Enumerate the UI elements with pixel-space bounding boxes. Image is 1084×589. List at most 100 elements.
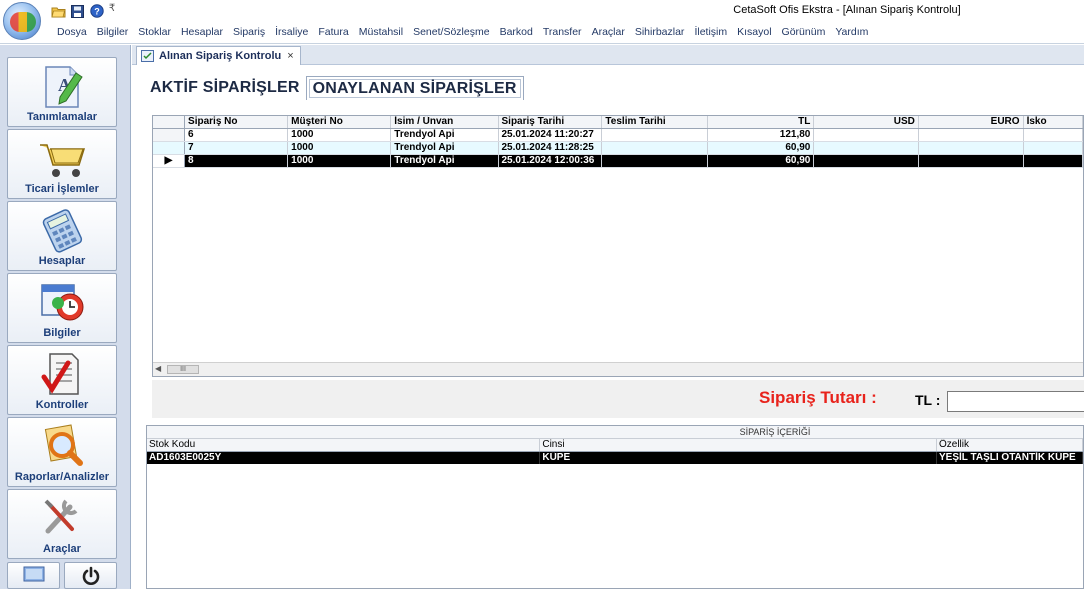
column-header-cinsi[interactable]: Cinsi (539, 439, 937, 452)
order-control-icon (141, 50, 154, 62)
cell-teslim-tarihi (601, 154, 708, 168)
cell-siparis-no: 7 (184, 141, 289, 155)
menu-gorunum[interactable]: Görünüm (777, 26, 831, 38)
tl-label: TL : (915, 392, 941, 408)
table-row-selected[interactable]: ▶ 8 1000 Trendyol Api 25.01.2024 12:00:3… (153, 154, 1083, 168)
row-indicator[interactable] (153, 128, 186, 142)
contents-header-row: Stok Kodu Cinsi Özellik (147, 439, 1083, 452)
order-total-label: Sipariş Tutarı : (759, 388, 877, 407)
tab-aktif-siparisler[interactable]: AKTİF SİPARİŞLER (144, 76, 306, 100)
cell-musteri-no: 1000 (287, 141, 392, 155)
menu-iletisim[interactable]: İletişim (689, 26, 732, 38)
sidebar-item-label: Ticari İşlemler (25, 183, 99, 195)
cell-siparis-tarihi: 25.01.2024 11:28:25 (498, 141, 603, 155)
document-tab-strip: Alınan Sipariş Kontrolu × (132, 45, 1084, 65)
orders-grid: Sipariş No Müşteri No İsim / Ünvan Sipar… (152, 115, 1084, 377)
tools-icon (36, 495, 88, 541)
cell-isko (1023, 128, 1083, 142)
exit-button[interactable] (64, 562, 117, 589)
sidebar-item-label: Kontroller (35, 399, 89, 411)
menu-transfer[interactable]: Transfer (538, 26, 587, 38)
desktop-button[interactable] (7, 562, 60, 589)
scroll-thumb[interactable]: III (167, 365, 199, 374)
application-menu-orb-icon[interactable] (3, 2, 41, 40)
menu-fatura[interactable]: Fatura (313, 26, 353, 38)
menu-araclar[interactable]: Araçlar (587, 26, 630, 38)
column-header-stok-kodu[interactable]: Stok Kodu (147, 439, 541, 452)
sidebar-item-ticari-islemler[interactable]: Ticari İşlemler (7, 129, 117, 199)
order-contents-table: Stok Kodu Cinsi Özellik AD1603E0025Y KÜP… (147, 439, 1083, 464)
document-pencil-icon: A (36, 63, 88, 109)
sidebar-item-araclar[interactable]: Araçlar (7, 489, 117, 559)
column-header-siparis-no[interactable]: Sipariş No (184, 116, 289, 129)
sidebar-item-label: Tanımlamalar (26, 111, 98, 123)
menu-dosya[interactable]: Dosya (52, 26, 92, 38)
menu-barkod[interactable]: Barkod (495, 26, 538, 38)
menu-senet-sozlesme[interactable]: Senet/Sözleşme (408, 26, 494, 38)
cell-cinsi: KÜPE (539, 451, 937, 464)
column-header-euro[interactable]: EURO (918, 116, 1024, 129)
tab-alinan-siparis-kontrolu[interactable]: Alınan Sipariş Kontrolu × (136, 46, 301, 65)
menu-irsaliye[interactable]: İrsaliye (270, 26, 313, 38)
close-icon[interactable]: × (287, 50, 293, 62)
row-selected-marker-icon[interactable]: ▶ (153, 154, 186, 168)
column-header-tl[interactable]: TL (707, 116, 815, 129)
column-header-teslim-tarihi[interactable]: Teslim Tarihi (601, 116, 708, 129)
row-indicator[interactable] (153, 141, 186, 155)
cell-euro (918, 154, 1024, 168)
cell-isim-unvan: Trendyol Api (390, 128, 499, 142)
column-header-siparis-tarihi[interactable]: Sipariş Tarihi (498, 116, 603, 129)
cell-stok-kodu: AD1603E0025Y (147, 451, 541, 464)
horizontal-scrollbar[interactable]: ◀ III (153, 362, 1083, 376)
cell-tl: 121,80 (707, 128, 815, 142)
cell-ozellik: YEŞİL TAŞLI OTANTİK KÜPE (936, 451, 1083, 464)
menu-hesaplar[interactable]: Hesaplar (176, 26, 228, 38)
order-contents-grid: SİPARİŞ İÇERİĞİ Stok Kodu Cinsi Özellik … (146, 425, 1084, 589)
order-contents-title: SİPARİŞ İÇERİĞİ (147, 426, 1083, 439)
cell-siparis-tarihi: 25.01.2024 11:20:27 (498, 128, 603, 142)
cell-siparis-tarihi: 25.01.2024 12:00:36 (498, 154, 603, 168)
table-row[interactable]: 7 1000 Trendyol Api 25.01.2024 11:28:25 … (153, 141, 1083, 155)
orders-table: Sipariş No Müşteri No İsim / Ünvan Sipar… (153, 116, 1083, 168)
column-header-isim-unvan[interactable]: İsim / Ünvan (390, 116, 499, 129)
cell-usd (813, 128, 919, 142)
cell-teslim-tarihi (601, 128, 708, 142)
cell-isim-unvan: Trendyol Api (390, 154, 499, 168)
menu-siparis[interactable]: Sipariş (228, 26, 270, 38)
cell-euro (918, 141, 1024, 155)
cell-musteri-no: 1000 (287, 154, 392, 168)
menu-mustahsil[interactable]: Müstahsil (354, 26, 408, 38)
scroll-left-icon[interactable]: ◀ (155, 364, 161, 373)
menu-bar: Dosya Bilgiler Stoklar Hesaplar Sipariş … (0, 22, 1084, 44)
cell-siparis-no: 8 (184, 154, 289, 168)
column-header-musteri-no[interactable]: Müşteri No (287, 116, 392, 129)
cell-isko (1023, 141, 1083, 155)
cell-usd (813, 154, 919, 168)
tl-total-field[interactable] (947, 391, 1084, 412)
column-header-ozellik[interactable]: Özellik (936, 439, 1083, 452)
table-row[interactable]: 6 1000 Trendyol Api 25.01.2024 11:20:27 … (153, 128, 1083, 142)
sidebar-item-bilgiler[interactable]: Bilgiler (7, 273, 117, 343)
tab-onaylanan-siparisler[interactable]: ONAYLANAN SİPARİŞLER (305, 76, 524, 100)
sidebar-item-hesaplar[interactable]: Hesaplar (7, 201, 117, 271)
row-indicator-header (153, 116, 186, 129)
cell-teslim-tarihi (601, 141, 708, 155)
menu-bilgiler[interactable]: Bilgiler (92, 26, 134, 38)
cell-isim-unvan: Trendyol Api (390, 141, 499, 155)
sidebar-item-label: Hesaplar (38, 255, 86, 267)
column-header-isko[interactable]: İsko (1023, 116, 1083, 129)
table-row-selected[interactable]: AD1603E0025Y KÜPE YEŞİL TAŞLI OTANTİK KÜ… (147, 451, 1083, 464)
magnifier-report-icon (36, 423, 88, 469)
menu-sihirbazlar[interactable]: Sihirbazlar (630, 26, 690, 38)
menu-stoklar[interactable]: Stoklar (133, 26, 176, 38)
cell-siparis-no: 6 (184, 128, 289, 142)
column-header-usd[interactable]: USD (813, 116, 919, 129)
menu-kisayol[interactable]: Kısayol (732, 26, 776, 38)
title-bar: ? ₹ CetaSoft Ofis Ekstra - [Alınan Sipar… (0, 0, 1084, 22)
sidebar-item-tanimlamalar[interactable]: A Tanımlamalar (7, 57, 117, 127)
sidebar-item-raporlar-analizler[interactable]: Raporlar/Analizler (7, 417, 117, 487)
order-total-bar: Sipariş Tutarı : TL : (152, 380, 1084, 418)
sidebar-item-kontroller[interactable]: Kontroller (7, 345, 117, 415)
menu-yardim[interactable]: Yardım (830, 26, 873, 38)
window-title: CetaSoft Ofis Ekstra - [Alınan Sipariş K… (733, 4, 961, 16)
